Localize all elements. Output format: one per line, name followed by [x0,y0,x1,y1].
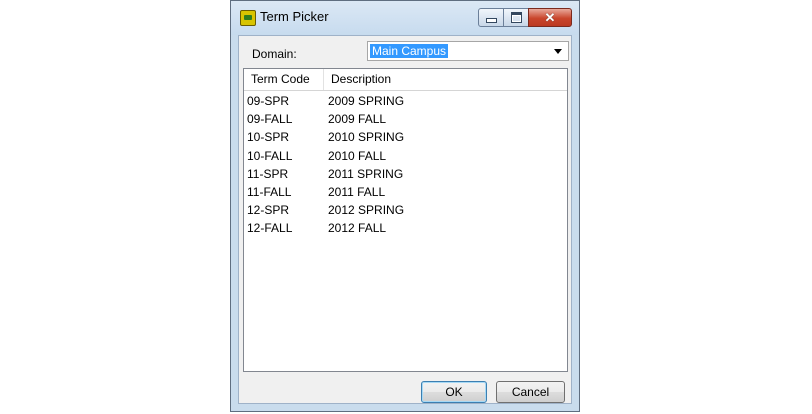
dialog-body: Domain: Main Campus Term Code Descriptio… [238,35,572,404]
term-code-cell: 09-FALL [247,112,293,127]
list-item[interactable]: 10-FALL 2010 FALL [244,146,567,164]
list-header: Term Code Description [244,69,567,91]
list-item[interactable]: 12-FALL 2012 FALL [244,218,567,236]
maximize-button[interactable] [503,8,529,27]
cancel-button[interactable]: Cancel [496,381,565,403]
ok-button[interactable]: OK [421,381,487,403]
description-cell: 2009 FALL [328,112,387,127]
window-title: Term Picker [260,9,329,24]
term-code-cell: 11-SPR [247,166,289,181]
domain-dropdown[interactable]: Main Campus [367,41,569,61]
description-cell: 2012 SPRING [328,203,405,218]
term-list[interactable]: Term Code Description 09-SPR 2009 SPRING… [243,68,568,372]
description-cell: 2010 SPRING [328,130,405,145]
column-header-description[interactable]: Description [324,69,568,90]
list-item[interactable]: 09-SPR 2009 SPRING [244,91,567,109]
list-rows: 09-SPR 2009 SPRING 09-FALL 2009 FALL 10-… [244,91,567,237]
list-item[interactable]: 10-SPR 2010 SPRING [244,127,567,145]
close-icon: ✕ [544,10,556,25]
term-code-cell: 10-FALL [247,148,293,163]
domain-label: Domain: [252,47,297,61]
chevron-down-icon[interactable] [554,49,562,54]
list-item[interactable]: 09-FALL 2009 FALL [244,109,567,127]
app-icon [240,10,256,26]
description-cell: 2011 SPRING [328,166,404,181]
maximize-icon [510,12,522,23]
list-item[interactable]: 12-SPR 2012 SPRING [244,200,567,218]
list-item[interactable]: 11-SPR 2011 SPRING [244,164,567,182]
caption-buttons: ✕ [478,8,572,27]
column-header-term-code[interactable]: Term Code [244,69,324,90]
description-cell: 2011 FALL [328,184,386,199]
description-cell: 2010 FALL [328,148,387,163]
minimize-button[interactable] [478,8,504,27]
term-code-cell: 10-SPR [247,130,290,145]
description-cell: 2009 SPRING [328,94,405,108]
description-cell: 2012 FALL [328,221,387,236]
title-bar[interactable]: Term Picker ✕ [231,1,579,35]
term-code-cell: 11-FALL [247,184,292,199]
domain-selected-value: Main Campus [370,44,449,58]
term-code-cell: 12-SPR [247,203,290,218]
close-button[interactable]: ✕ [528,8,572,27]
term-code-cell: 09-SPR [247,94,290,108]
list-item[interactable]: 11-FALL 2011 FALL [244,182,567,200]
term-picker-window: Term Picker ✕ Domain: Main Campus Term C… [230,0,580,412]
minimize-icon [485,18,497,23]
term-code-cell: 12-FALL [247,221,293,236]
